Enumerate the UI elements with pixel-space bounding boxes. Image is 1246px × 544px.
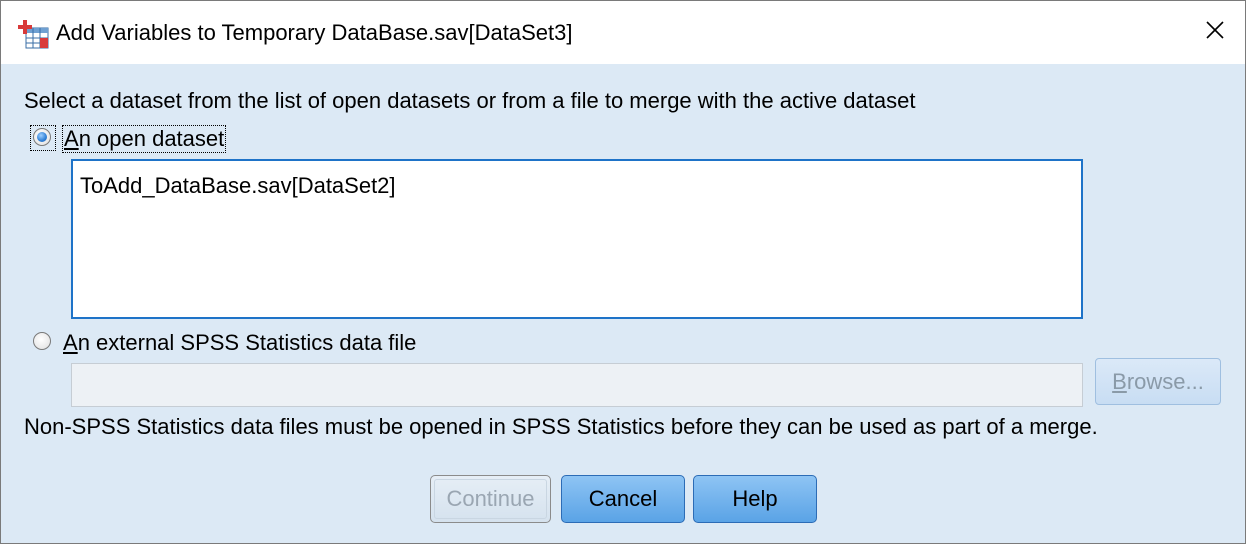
open-datasets-list[interactable]: ToAdd_DataBase.sav[DataSet2] [71,159,1083,319]
external-file-label[interactable]: An external SPSS Statistics data file [63,330,416,356]
browse-button[interactable]: Browse... [1095,358,1221,405]
instruction-text: Select a dataset from the list of open d… [24,88,916,113]
list-item[interactable]: ToAdd_DataBase.sav[DataSet2] [80,173,396,199]
window-title: Add Variables to Temporary DataBase.sav[… [56,20,573,45]
open-dataset-label[interactable]: An open dataset [62,125,227,153]
close-button[interactable] [1185,1,1245,64]
external-file-radio[interactable] [33,332,51,350]
browse-label: rowse... [1126,368,1204,394]
external-file-path-input[interactable] [71,363,1083,407]
close-icon [1205,20,1225,45]
help-button[interactable]: Help [693,475,817,523]
add-variables-dialog: Add Variables to Temporary DataBase.sav[… [0,0,1246,544]
open-dataset-label-text: n open dataset [78,126,225,151]
open-dataset-radio[interactable] [33,128,51,146]
browse-mnemonic: B [1112,368,1127,394]
merge-note-text: Non-SPSS Statistics data files must be o… [24,414,1098,439]
external-file-mnemonic: A [63,330,78,355]
continue-button[interactable]: Continue [430,475,551,523]
external-file-label-text: n external SPSS Statistics data file [77,330,417,355]
spss-data-editor-icon [18,18,50,50]
open-dataset-mnemonic: A [64,126,79,151]
title-bar[interactable]: Add Variables to Temporary DataBase.sav[… [1,1,1245,64]
cancel-button[interactable]: Cancel [561,475,685,523]
